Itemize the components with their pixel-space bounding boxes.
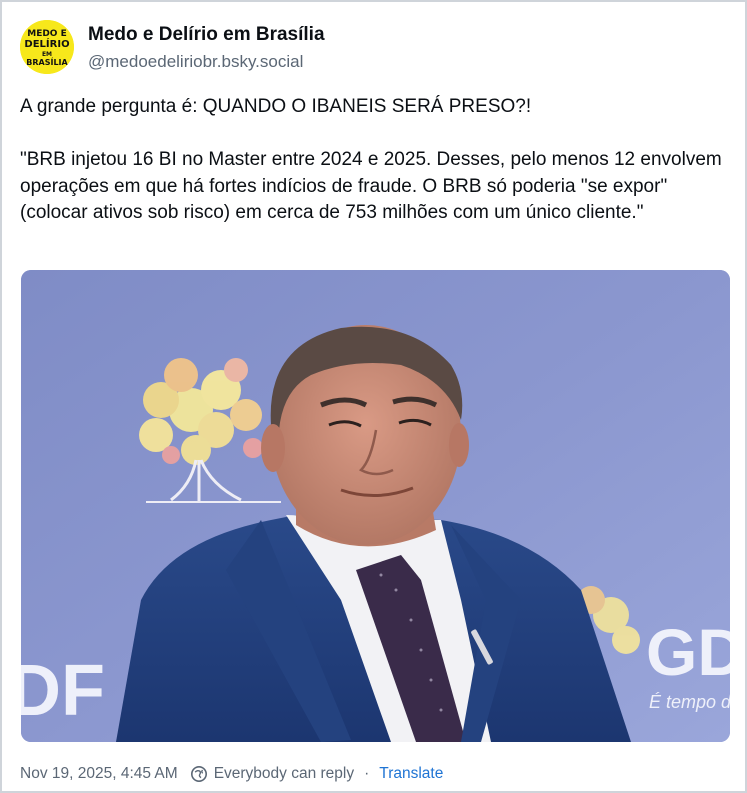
post-footer: Nov 19, 2025, 4:45 AM Everybody can repl… bbox=[20, 762, 730, 786]
author-avatar[interactable]: MEDO E DELÍRIO EM BRASÍLIA bbox=[20, 20, 74, 74]
svg-text:EM: EM bbox=[42, 51, 52, 58]
everybody-reply-icon bbox=[190, 765, 208, 783]
post-timestamp[interactable]: Nov 19, 2025, 4:45 AM bbox=[20, 765, 178, 783]
background-letters-left: DF bbox=[21, 651, 105, 731]
author-display-name[interactable]: Medo e Delírio em Brasília bbox=[88, 24, 325, 46]
svg-text:DELÍRIO: DELÍRIO bbox=[24, 37, 69, 50]
post-text: A grande pergunta é: QUANDO O IBANEIS SE… bbox=[20, 94, 735, 227]
post-header: MEDO E DELÍRIO EM BRASÍLIA Medo e Delíri… bbox=[20, 20, 720, 76]
photo-illustration: GD É tempo d DF bbox=[21, 270, 730, 742]
post-image[interactable]: GD É tempo d DF bbox=[21, 270, 730, 742]
translate-link[interactable]: Translate bbox=[379, 765, 443, 783]
svg-text:MEDO E: MEDO E bbox=[27, 29, 67, 39]
author-handle[interactable]: @medoedeliriobr.bsky.social bbox=[88, 52, 303, 72]
reply-setting: Everybody can reply bbox=[213, 765, 355, 782]
medo-e-delirio-logo-icon: MEDO E DELÍRIO EM BRASÍLIA bbox=[20, 20, 74, 74]
post-text-paragraph: "BRB injetou 16 BI no Master entre 2024 … bbox=[20, 149, 722, 223]
svg-text:BRASÍLIA: BRASÍLIA bbox=[26, 56, 68, 67]
footer-separator: · bbox=[364, 765, 370, 782]
background-letters-right: GD bbox=[646, 615, 730, 689]
post-text-paragraph: A grande pergunta é: QUANDO O IBANEIS SE… bbox=[20, 96, 532, 117]
post-card[interactable]: MEDO E DELÍRIO EM BRASÍLIA Medo e Delíri… bbox=[0, 0, 747, 793]
background-tagline: É tempo d bbox=[649, 692, 730, 712]
